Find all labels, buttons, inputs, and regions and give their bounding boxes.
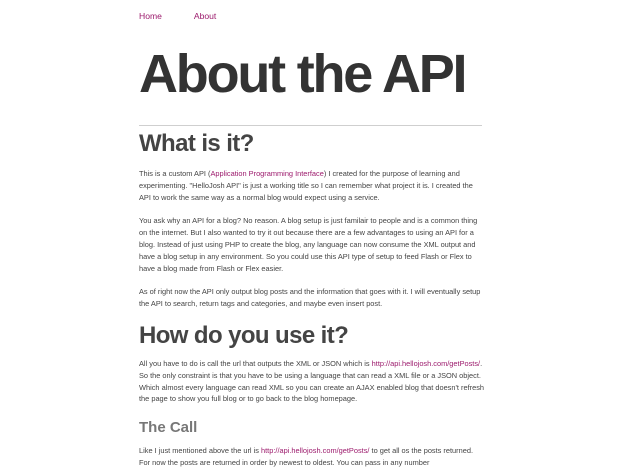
heading-the-call: The Call xyxy=(139,419,198,437)
call-paragraph-1: Like I just mentioned above the url is h… xyxy=(139,445,484,469)
what-paragraph-1: This is a custom API (Application Progra… xyxy=(139,168,484,203)
page-title: About the API xyxy=(139,44,468,104)
nav-home-link[interactable]: Home xyxy=(139,11,162,21)
heading-how-do-you-use-it: How do you use it? xyxy=(139,321,349,349)
nav-about-link[interactable]: About xyxy=(194,11,216,21)
page: Home About About the API What is it? Thi… xyxy=(0,0,620,467)
how-paragraph-1: All you have to do is call the url that … xyxy=(139,358,484,405)
getposts-url-link[interactable]: http://api.hellojosh.com/getPosts/ xyxy=(372,359,480,368)
call-getposts-url-link[interactable]: http://api.hellojosh.com/getPosts/ xyxy=(261,446,369,455)
main-content: What is it? This is a custom API (Applic… xyxy=(139,126,484,469)
what-p1-text-a: This is a custom API ( xyxy=(139,169,211,178)
what-paragraph-3: As of right now the API only output blog… xyxy=(139,287,481,309)
api-definition-link[interactable]: Application Programming Interface xyxy=(210,169,323,178)
top-nav: Home About xyxy=(139,11,246,21)
call-p1-text-a: Like I just mentioned above the url is xyxy=(139,446,262,456)
how-p1-text-a: All you have to do is call the url that … xyxy=(139,358,372,368)
what-paragraph-2: You ask why an API for a blog? No reason… xyxy=(139,216,478,273)
heading-what-is-it: What is it? xyxy=(139,130,254,157)
